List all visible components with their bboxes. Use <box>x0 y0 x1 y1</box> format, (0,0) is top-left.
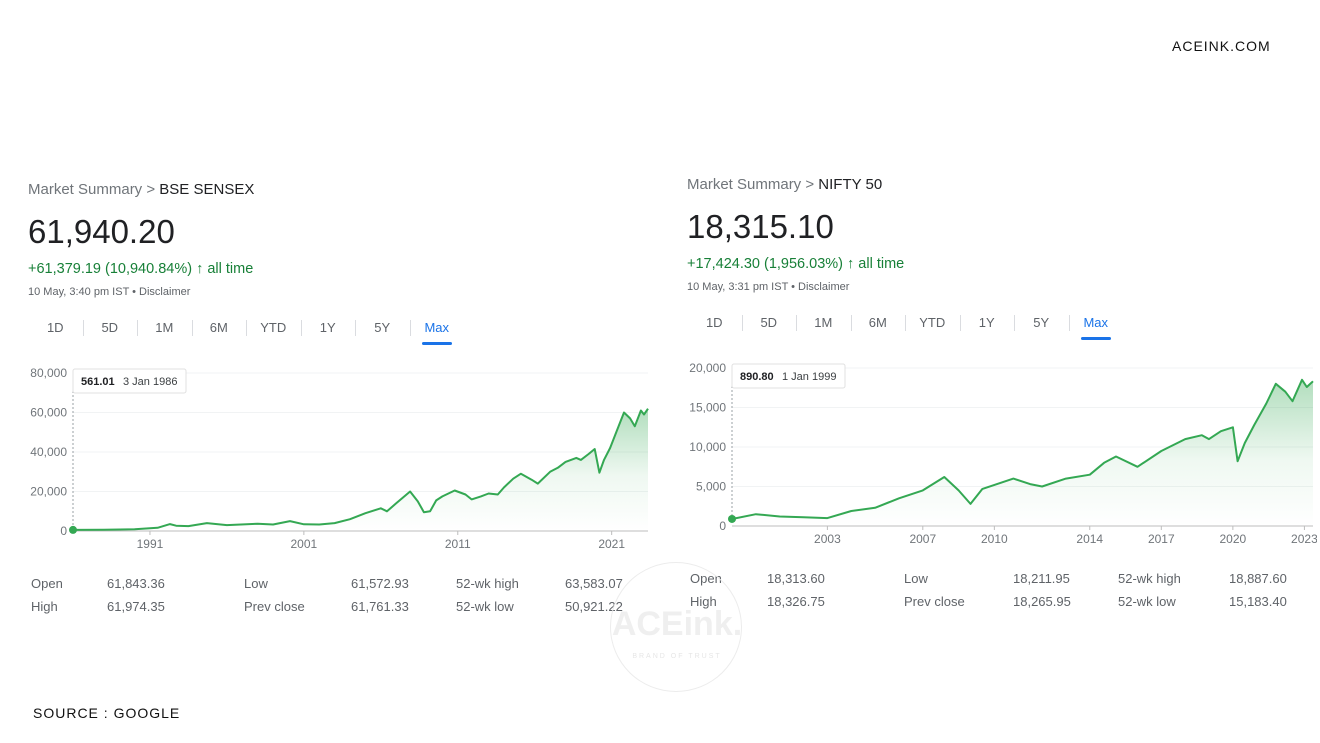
y-tick-label: 0 <box>719 519 726 533</box>
stat-label-low: Low <box>904 571 928 586</box>
series-area <box>73 408 648 531</box>
stat-label-52wk-low: 52-wk low <box>456 599 514 614</box>
y-tick-label: 15,000 <box>689 401 726 415</box>
index-price: 18,315.10 <box>687 208 834 245</box>
timestamp-disclaimer[interactable]: 10 May, 3:31 pm IST • Disclaimer <box>687 280 1317 294</box>
breadcrumb: Market Summary > BSE SENSEX <box>28 180 658 200</box>
price-change: +61,379.19 (10,940.84%) ↑ all time <box>28 260 658 278</box>
stats-table: Open 18,313.60 High 18,326.75 Low 18,211… <box>687 570 1317 616</box>
index-price: 61,940.20 <box>28 213 175 250</box>
stat-label-low: Low <box>244 576 268 591</box>
range-tab-max[interactable]: Max <box>1068 308 1124 340</box>
stat-label-prev-close: Prev close <box>244 599 305 614</box>
arrow-up-icon: ↑ <box>847 256 855 272</box>
stat-value-52wk-high: 18,887.60 <box>1229 571 1287 586</box>
sensex-panel: Market Summary > BSE SENSEX 61,940.20 +6… <box>28 180 658 621</box>
change-value: +61,379.19 (10,940.84%) <box>28 261 193 277</box>
y-tick-label: 20,000 <box>689 361 726 375</box>
breadcrumb-separator: > <box>142 181 160 198</box>
range-tab-ytd[interactable]: YTD <box>246 313 301 343</box>
breadcrumb-current: NIFTY 50 <box>818 176 883 193</box>
x-tick-label: 2011 <box>445 537 471 551</box>
x-tick-label: 2023 <box>1291 532 1317 546</box>
stat-value-52wk-low: 15,183.40 <box>1229 594 1287 609</box>
y-tick-label: 20,000 <box>30 485 67 499</box>
sensex-chart[interactable]: 0 20,000 40,000 60,000 80,000 1991 2001 2011 202… <box>28 363 658 563</box>
stats-table: Open 61,843.36 High 61,974.35 Low 61,572… <box>28 575 658 621</box>
y-tick-label: 40,000 <box>30 445 67 459</box>
y-tick-label: 10,000 <box>689 440 726 454</box>
x-tick-label: 2017 <box>1148 532 1175 546</box>
breadcrumb-root[interactable]: Market Summary <box>28 181 142 198</box>
range-tab-1d[interactable]: 1D <box>687 308 742 338</box>
change-value: +17,424.30 (1,956.03%) <box>687 256 843 272</box>
stat-value-open: 18,313.60 <box>767 571 825 586</box>
watermark-text: ACEink. <box>611 605 743 643</box>
breadcrumb-root[interactable]: Market Summary <box>687 176 801 193</box>
stat-label-52wk-low: 52-wk low <box>1118 594 1176 609</box>
range-tab-ytd[interactable]: YTD <box>905 308 960 338</box>
y-tick-label: 0 <box>60 524 67 538</box>
stat-value-high: 18,326.75 <box>767 594 825 609</box>
price-change: +17,424.30 (1,956.03%) ↑ all time <box>687 255 1317 273</box>
x-tick-label: 2021 <box>598 537 625 551</box>
stat-value-prev-close: 61,761.33 <box>351 599 409 614</box>
stat-value-prev-close: 18,265.95 <box>1013 594 1071 609</box>
range-tab-1m[interactable]: 1M <box>796 308 851 338</box>
nifty-panel: Market Summary > NIFTY 50 18,315.10 +17,… <box>687 175 1317 616</box>
range-tab-1y[interactable]: 1Y <box>959 308 1015 338</box>
range-tab-5d[interactable]: 5D <box>82 313 138 343</box>
brand-label: ACEINK.COM <box>1172 38 1271 54</box>
source-label: SOURCE : GOOGLE <box>33 705 181 721</box>
stat-label-52wk-high: 52-wk high <box>1118 571 1181 586</box>
range-tab-5y[interactable]: 5Y <box>355 313 410 343</box>
range-tab-1m[interactable]: 1M <box>137 313 192 343</box>
range-tab-6m[interactable]: 6M <box>191 313 247 343</box>
watermark-logo: ACEink. BRAND OF TRUST <box>610 562 742 692</box>
arrow-up-icon: ↑ <box>196 261 204 277</box>
change-period: all time <box>207 261 254 277</box>
x-tick-label: 1991 <box>137 537 164 551</box>
timestamp-disclaimer[interactable]: 10 May, 3:40 pm IST • Disclaimer <box>28 285 658 299</box>
tooltip-date: 3 Jan 1986 <box>123 376 177 388</box>
x-tick-label: 2020 <box>1220 532 1247 546</box>
stat-value-open: 61,843.36 <box>107 576 165 591</box>
stat-label-high: High <box>31 599 58 614</box>
stat-value-low: 61,572.93 <box>351 576 409 591</box>
range-tab-6m[interactable]: 6M <box>850 308 906 338</box>
tooltip-value: 890.80 <box>740 371 774 383</box>
range-tab-5y[interactable]: 5Y <box>1014 308 1069 338</box>
breadcrumb-current: BSE SENSEX <box>159 181 255 198</box>
selected-point <box>69 525 77 534</box>
range-tabs: 1D 5D 1M 6M YTD 1Y 5Y Max <box>687 308 1317 340</box>
range-tab-5d[interactable]: 5D <box>741 308 797 338</box>
x-tick-label: 2003 <box>814 532 841 546</box>
selected-point <box>728 514 736 523</box>
stat-value-low: 18,211.95 <box>1013 571 1070 586</box>
breadcrumb: Market Summary > NIFTY 50 <box>687 175 1317 195</box>
x-tick-label: 2001 <box>291 537 318 551</box>
range-tab-1d[interactable]: 1D <box>28 313 83 343</box>
stat-label-open: Open <box>31 576 63 591</box>
tooltip-value: 561.01 <box>81 376 115 388</box>
range-tab-1y[interactable]: 1Y <box>300 313 356 343</box>
stat-label-prev-close: Prev close <box>904 594 965 609</box>
change-period: all time <box>858 256 905 272</box>
nifty-chart[interactable]: 0 5,000 10,000 15,000 20,000 2003 2007 2010 2014… <box>687 358 1317 558</box>
stat-value-52wk-high: 63,583.07 <box>565 576 623 591</box>
x-tick-label: 2010 <box>981 532 1008 546</box>
series-area <box>732 379 1313 526</box>
y-tick-label: 60,000 <box>30 406 67 420</box>
x-tick-label: 2007 <box>909 532 936 546</box>
y-tick-label: 80,000 <box>30 366 67 380</box>
range-tabs: 1D 5D 1M 6M YTD 1Y 5Y Max <box>28 313 658 345</box>
tooltip-date: 1 Jan 1999 <box>782 371 836 383</box>
range-tab-max[interactable]: Max <box>409 313 465 345</box>
stat-value-high: 61,974.35 <box>107 599 165 614</box>
watermark-subtext: BRAND OF TRUST <box>632 653 722 660</box>
breadcrumb-separator: > <box>801 176 819 193</box>
x-tick-label: 2014 <box>1076 532 1103 546</box>
y-tick-label: 5,000 <box>696 480 726 494</box>
stat-label-52wk-high: 52-wk high <box>456 576 519 591</box>
